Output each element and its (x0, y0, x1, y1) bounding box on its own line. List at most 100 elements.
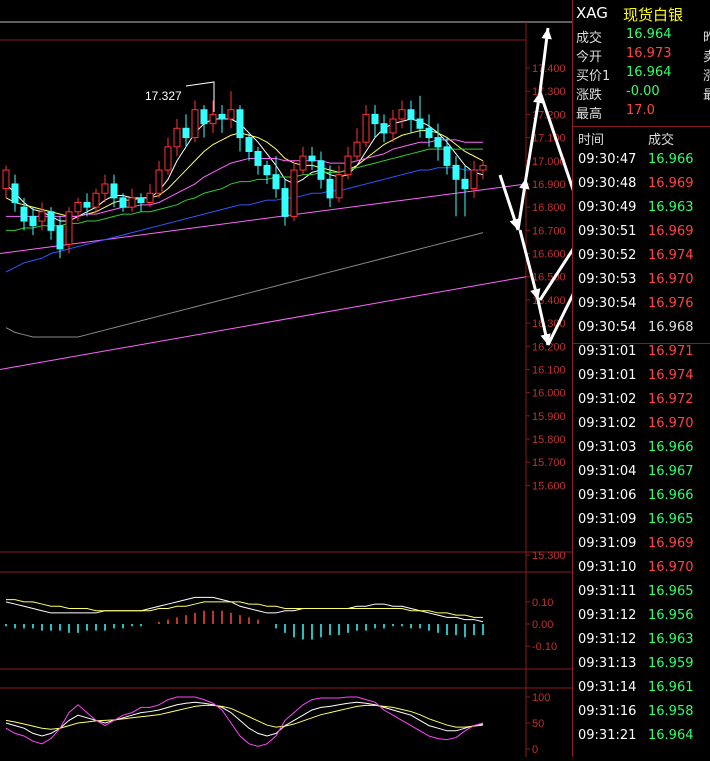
trade-row[interactable]: 09:31:0916.969 (573, 536, 710, 559)
quote-value: 17.0 (626, 103, 655, 118)
trend-line (0, 184, 526, 254)
candle-body (201, 110, 207, 124)
quote-clipped-label: 最 (703, 84, 710, 103)
trade-row[interactable]: 09:31:0316.966 (573, 440, 710, 463)
candle-body (309, 156, 315, 161)
candle-body (156, 170, 162, 193)
candle-body (390, 119, 396, 133)
candle-body (471, 170, 477, 189)
trend-line (0, 277, 526, 370)
candle-body (111, 184, 117, 198)
trade-time: 09:31:02 (578, 392, 636, 407)
candle-body (480, 165, 486, 170)
trade-price: 16.969 (648, 176, 694, 191)
trade-row[interactable]: 09:31:0216.970 (573, 416, 710, 439)
trade-row[interactable]: 09:30:5416.968 (573, 320, 710, 343)
price-tick-label: 15.600 (532, 480, 566, 492)
trade-row[interactable]: 09:31:1216.963 (573, 632, 710, 655)
candle-body (228, 110, 234, 119)
candle-body (381, 124, 387, 133)
trade-time: 09:31:10 (578, 560, 636, 575)
price-tick-label: 17.100 (532, 133, 566, 145)
trade-time-header: 时间 (578, 129, 604, 148)
trade-time: 09:30:53 (578, 272, 636, 287)
trade-row[interactable]: 09:31:0116.971 (573, 344, 710, 367)
macd-tick-label: 0.00 (532, 619, 553, 631)
quote-label: 今开 (576, 46, 602, 65)
price-tick-label: 16.500 (532, 272, 566, 284)
trade-row[interactable]: 09:31:1616.958 (573, 704, 710, 727)
quote-sidebar: XAG 现货白银 成交16.964昨今开16.973卖买价116.964涨涨跌-… (572, 0, 710, 757)
candle-body (246, 138, 252, 152)
trade-time: 09:31:12 (578, 608, 636, 623)
trade-row[interactable]: 09:30:4716.966 (573, 152, 710, 175)
trade-row[interactable]: 09:31:1416.961 (573, 680, 710, 703)
trade-row[interactable]: 09:30:5316.970 (573, 272, 710, 295)
moving-average-line (6, 233, 483, 337)
trade-time: 09:31:21 (578, 728, 636, 743)
price-tick-label: 16.100 (532, 364, 566, 376)
trade-row[interactable]: 09:31:0116.974 (573, 368, 710, 391)
annotation-arrow-shaft (520, 230, 538, 300)
candle-body (372, 114, 378, 123)
trade-price: 16.963 (648, 200, 694, 215)
quote-row: 涨跌-0.00最 (573, 84, 710, 103)
candle-body (282, 189, 288, 217)
candle-body (12, 184, 18, 203)
quote-row: 最高17.0 (573, 103, 710, 122)
candle-body (147, 193, 153, 202)
trade-row[interactable]: 09:31:2116.964 (573, 728, 710, 751)
symbol-name: 现货白银 (623, 4, 683, 25)
trade-time: 09:31:09 (578, 536, 636, 551)
kline-chart-area[interactable]: 17.40017.30017.20017.10017.00016.90016.8… (0, 0, 572, 757)
trade-price: 16.965 (648, 584, 694, 599)
trade-row[interactable]: 09:30:51 16.969 (573, 224, 710, 247)
price-tick-label: 16.800 (532, 202, 566, 214)
trade-time: 09:30:51 (578, 224, 636, 239)
trade-price: 16.966 (648, 488, 694, 503)
trade-row[interactable]: 09:30:48 16.969 (573, 176, 710, 199)
trade-time: 09:30:47 (578, 152, 636, 167)
candle-body (399, 110, 405, 119)
quote-label: 成交 (576, 27, 602, 46)
trade-price: 16.959 (648, 656, 694, 671)
symbol-code: XAG (576, 4, 608, 22)
candle-body (363, 114, 369, 142)
trade-row[interactable]: 09:31:06 16.966 (573, 488, 710, 511)
high-price-annotation: 17.327 (145, 89, 182, 103)
trade-row[interactable]: 09:30:5416.976 (573, 296, 710, 319)
trade-row[interactable]: 09:31:1216.956 (573, 608, 710, 631)
trade-row[interactable]: 09:31:0216.972 (573, 392, 710, 415)
kdj-line (6, 702, 483, 736)
candle-body (327, 179, 333, 198)
candle-body (435, 138, 441, 147)
candle-body (39, 212, 45, 221)
candle-body (75, 203, 81, 212)
price-tick-label: 15.900 (532, 411, 566, 423)
candle-body (120, 198, 126, 207)
trade-row[interactable]: 09:31:1116.965 (573, 584, 710, 607)
trade-time: 09:30:52 (578, 248, 636, 263)
quote-header: XAG 现货白银 (573, 4, 710, 26)
trade-time: 09:31:06 (578, 488, 636, 503)
trade-row[interactable]: 09:31:0916.965 (573, 512, 710, 535)
trade-row[interactable]: 09:31:1016.970 (573, 560, 710, 583)
trade-time: 09:31:04 (578, 464, 636, 479)
candle-body (165, 147, 171, 170)
trade-price: 16.968 (648, 320, 694, 335)
annotation-leader-line (186, 82, 214, 112)
trade-price: 16.969 (648, 224, 694, 239)
kdj-line (6, 697, 483, 746)
trade-time: 09:30:48 (578, 176, 636, 191)
trade-row[interactable]: 09:31:1316.959 (573, 656, 710, 679)
trade-row[interactable]: 09:31:0416.967 (573, 464, 710, 487)
trade-price: 16.974 (648, 368, 694, 383)
price-tick-label: 16.000 (532, 388, 566, 400)
quote-value: 16.964 (626, 27, 672, 42)
trade-row[interactable]: 09:30:49 16.963 (573, 200, 710, 223)
candle-body (93, 193, 99, 207)
trade-price: 16.961 (648, 680, 694, 695)
trade-row[interactable]: 09:30:5216.974 (573, 248, 710, 271)
candle-body (30, 216, 36, 225)
trade-time: 09:30:49 (578, 200, 636, 215)
